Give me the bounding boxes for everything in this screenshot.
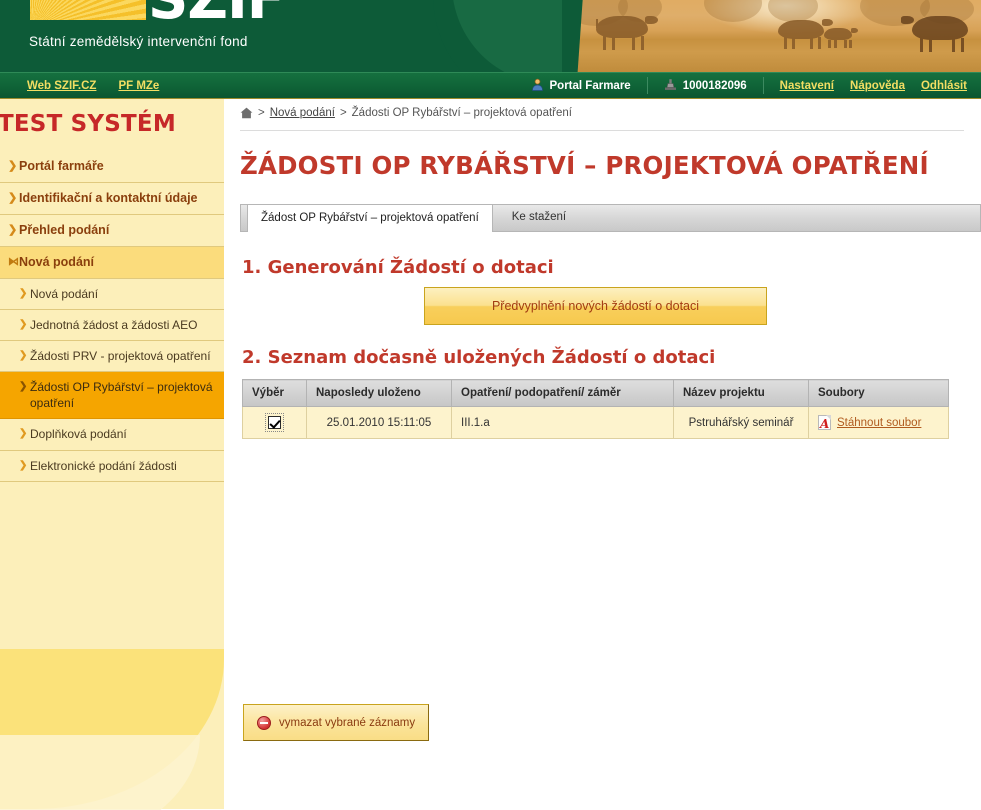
sidebar-item-label: Doplňková podání [30,427,127,442]
top-nav-right-area: Portal Farmare 1000182096 Nastavení Nápo… [531,77,981,94]
stamp-icon [664,78,677,94]
site-banner: SZIF Státní zemědělský intervenční fond [0,0,981,72]
sidebar-item-label: Portál farmáře [19,159,104,173]
chevron-right-icon: ❯ [19,459,28,471]
sidebar-item-doplnkova-podani[interactable]: ❯ Doplňková podání [0,419,224,451]
breadcrumb-current: Žádosti OP Rybářství – projektová opatře… [351,107,572,119]
sidebar-item-nova-podani-group[interactable]: ⧑ Nová podání [0,246,224,279]
sidebar-item-zadosti-prv[interactable]: ❯ Žádosti PRV - projektová opatření [0,341,224,373]
portal-label: Portal Farmare [549,79,631,92]
breadcrumb-separator: > [339,107,347,119]
breadcrumb: > Nová podání > Žádosti OP Rybářství – p… [240,107,572,119]
column-header-opatreni: Opatření/ podopatření/ záměr [451,379,674,407]
sidebar-item-zadosti-op-rybarstvi[interactable]: ❯ Žádosti OP Rybářství – projektová opat… [0,372,224,420]
nav-link-napoveda[interactable]: Nápověda [850,80,905,92]
cell-files: Stáhnout soubor [808,406,949,439]
delete-selected-button[interactable]: vymazat vybrané záznamy [243,704,430,741]
szif-logo-wordmark: SZIF [148,0,285,28]
column-header-soubory: Soubory [808,379,949,407]
top-nav-left-links: Web SZIF.CZ PF MZe [0,80,159,92]
tab-zadost-op-rybarstvi[interactable]: Žádost OP Rybářství – projektová opatřen… [247,204,493,232]
breadcrumb-divider [240,130,964,131]
cell-measure: III.1.a [451,406,674,439]
sidebar-item-identifikacni-udaje[interactable]: ❯ Identifikační a kontaktní údaje [0,183,224,215]
home-icon[interactable] [240,107,253,119]
sidebar-menu: ❯ Portál farmáře ❯ Identifikační a konta… [0,151,224,482]
table-row: 25.01.2010 15:11:05 III.1.a Pstruhářský … [242,406,949,439]
sidebar-item-nova-podani[interactable]: ❯ Nová podání [0,279,224,310]
cell-project-name: Pstruhářský seminář [673,406,809,439]
sidebar: TEST SYSTÉM ❯ Portál farmáře ❯ Identifik… [0,99,224,810]
column-header-nazev-projektu: Název projektu [673,379,809,407]
saved-applications-table: Výběr Naposledy uloženo Opatření/ podopa… [242,379,949,439]
chevron-right-icon: ❯ [8,191,18,204]
user-id-value: 1000182096 [682,79,747,92]
nav-link-odhlasit[interactable]: Odhlásit [921,80,967,92]
user-avatar-icon [531,78,544,94]
sidebar-item-label: Žádosti PRV - projektová opatření [30,348,211,363]
tab-ke-stazeni[interactable]: Ke stažení [499,204,579,231]
tab-bar: Žádost OP Rybářství – projektová opatřen… [240,204,981,232]
sidebar-item-label: Nová podání [19,254,95,269]
chevron-right-icon: ❯ [8,160,18,172]
portal-user-indicator: Portal Farmare [531,78,631,94]
download-file-link-wrapper: Stáhnout soubor [818,415,939,430]
section-2-heading: 2. Seznam dočasně uložených Žádostí o do… [242,347,716,368]
nav-divider [646,77,648,94]
sidebar-item-label: Přehled podání [19,222,110,237]
page-title: ŽÁDOSTI OP RYBÁŘSTVÍ – PROJEKTOVÁ OPATŘE… [240,151,929,180]
chevron-right-icon: ❯ [8,223,18,236]
column-header-vyber: Výběr [242,379,307,407]
sidebar-item-label: Jednotná žádost a žádosti AEO [30,317,198,332]
nav-link-pf-mze[interactable]: PF MZe [118,80,159,92]
delete-selected-label: vymazat vybrané záznamy [279,716,416,729]
section-1-heading: 1. Generování Žádostí o dotaci [242,257,554,278]
szif-logo-subtitle: Státní zemědělský intervenční fond [29,34,248,49]
sidebar-item-label: Nová podání [30,286,99,301]
szif-logo-rays [30,0,146,20]
sidebar-item-label: Elektronické podání žádosti [30,458,177,473]
column-header-naposledy-ulozeno: Naposledy uloženo [306,379,452,407]
user-id-indicator: 1000182096 [664,78,747,94]
breadcrumb-separator: > [258,107,265,119]
sidebar-item-jednotna-zadost[interactable]: ❯ Jednotná žádost a žádosti AEO [0,310,224,341]
nav-divider [762,77,764,94]
sidebar-item-label: Identifikační a kontaktní údaje [19,190,198,205]
minus-circle-icon [257,715,271,730]
nav-link-web-szif[interactable]: Web SZIF.CZ [27,80,96,92]
cell-select [242,406,307,439]
sidebar-item-elektronicke-podani[interactable]: ❯ Elektronické podání žádosti [0,451,224,482]
sidebar-item-label: Žádosti OP Rybářství – projektová opatře… [30,380,213,411]
sidebar-decorative-curve-light [0,735,200,810]
page-body: TEST SYSTÉM ❯ Portál farmáře ❯ Identifik… [0,99,981,810]
cell-saved-at: 25.01.2010 15:11:05 [306,406,452,439]
pdf-icon [818,415,831,430]
chevron-right-icon: ❯ [19,381,28,393]
chevron-right-icon: ❯ [19,287,28,299]
table-header-row: Výběr Naposledy uloženo Opatření/ podopa… [242,379,949,407]
chevron-right-icon: ❯ [19,349,28,361]
chevron-down-icon: ⧑ [8,255,19,268]
download-file-link[interactable]: Stáhnout soubor [837,417,921,429]
top-navigation-bar: Web SZIF.CZ PF MZe Portal Farmare 100018… [0,72,981,99]
prefill-applications-button[interactable]: Předvyplnění nových žádostí o dotaci [424,287,767,325]
nav-link-nastaveni[interactable]: Nastavení [780,80,834,92]
test-system-heading: TEST SYSTÉM [0,111,176,137]
breadcrumb-link-nova-podani[interactable]: Nová podání [270,107,335,119]
sidebar-item-prehled-podani[interactable]: ❯ Přehled podání [0,215,224,247]
main-content: > Nová podání > Žádosti OP Rybářství – p… [224,99,981,809]
sidebar-item-portal-farmare[interactable]: ❯ Portál farmáře [0,151,224,183]
row-select-checkbox[interactable] [265,413,284,432]
chevron-right-icon: ❯ [19,428,28,440]
chevron-right-icon: ❯ [19,318,28,330]
